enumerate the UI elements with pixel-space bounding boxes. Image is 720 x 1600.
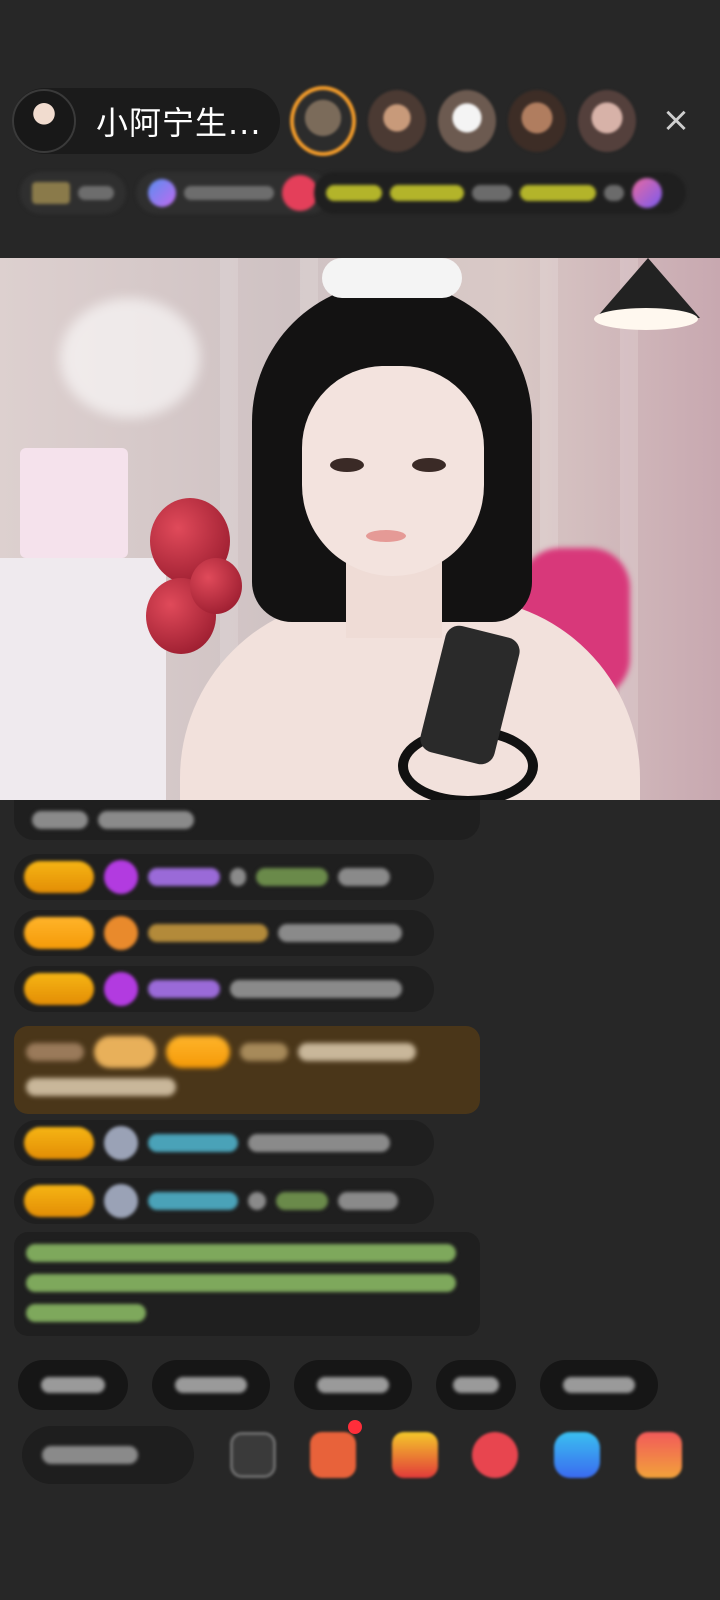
- announcement-marquee[interactable]: [314, 172, 686, 214]
- heart-icon: [282, 175, 318, 211]
- notification-dot: [348, 1420, 362, 1434]
- level-badge: [24, 1127, 94, 1159]
- chat-message: [14, 854, 434, 900]
- chat-message: [14, 966, 434, 1012]
- hair-bow: [322, 258, 462, 298]
- gift-icon[interactable]: [392, 1432, 438, 1478]
- level-badge: [24, 917, 94, 949]
- live-video-stream[interactable]: [0, 258, 720, 800]
- gift-icon: [632, 178, 662, 208]
- quick-reply-bar: [18, 1360, 720, 1410]
- room-info-bar: [20, 170, 330, 216]
- rank-text: [78, 186, 114, 200]
- chat-message: [14, 1178, 434, 1224]
- quick-reply-chip[interactable]: [436, 1360, 516, 1410]
- viewer-avatar[interactable]: [508, 90, 566, 152]
- quick-reply-chip[interactable]: [294, 1360, 412, 1410]
- system-announcement: [14, 1232, 480, 1336]
- viewer-avatar-top[interactable]: [290, 86, 356, 156]
- gem-icon: [104, 972, 138, 1006]
- top-viewers-list: [290, 86, 636, 156]
- level-badge: [24, 973, 94, 1005]
- chat-message: [14, 1120, 434, 1166]
- quick-reply-chip[interactable]: [540, 1360, 658, 1410]
- host-name: 小阿宁生...: [96, 104, 262, 142]
- chat-message: [14, 800, 480, 840]
- gem-icon: [104, 860, 138, 894]
- quick-reply-chip[interactable]: [18, 1360, 128, 1410]
- cloud-icon: [104, 1184, 138, 1218]
- flame-icon: [104, 916, 138, 950]
- host-profile-pill[interactable]: 小阿宁生...: [12, 88, 280, 154]
- viewer-avatar[interactable]: [368, 90, 426, 152]
- host-avatar[interactable]: [12, 89, 76, 153]
- rank-badge-icon: [32, 182, 70, 204]
- photo-frame-decor: [20, 448, 128, 558]
- globe-icon: [148, 179, 176, 207]
- message-icon[interactable]: [230, 1432, 276, 1478]
- treasure-box-icon[interactable]: [310, 1432, 356, 1478]
- chat-input-field[interactable]: [22, 1426, 194, 1484]
- gift-notice-message: [14, 1026, 480, 1114]
- red-packet-icon[interactable]: [472, 1432, 518, 1478]
- level-badge: [24, 861, 94, 893]
- viewer-avatar[interactable]: [578, 90, 636, 152]
- chat-message: [14, 910, 434, 956]
- stats-text: [184, 186, 274, 200]
- room-rank-chip[interactable]: [20, 172, 126, 214]
- game-icon[interactable]: [554, 1432, 600, 1478]
- cloud-icon: [104, 1126, 138, 1160]
- cabinet-decor: [0, 558, 166, 800]
- level-badge: [24, 1185, 94, 1217]
- close-icon[interactable]: ×: [658, 102, 694, 138]
- quick-reply-chip[interactable]: [152, 1360, 270, 1410]
- viewer-avatar[interactable]: [438, 90, 496, 152]
- room-stats-chip[interactable]: [136, 172, 330, 214]
- more-apps-icon[interactable]: [636, 1432, 682, 1478]
